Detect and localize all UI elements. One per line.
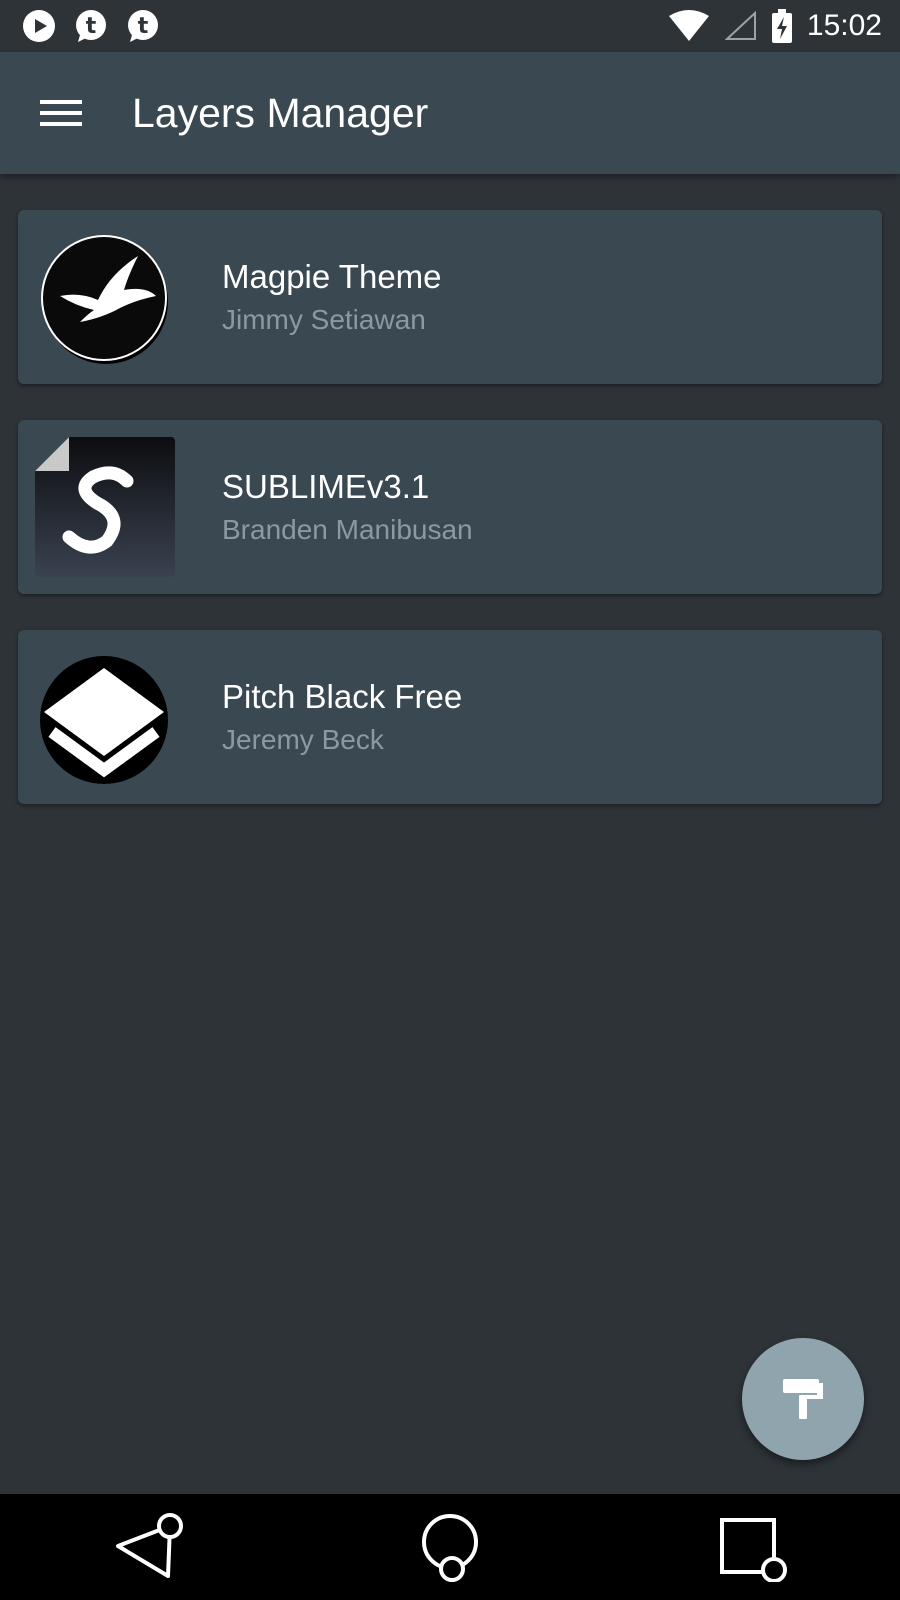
recents-icon bbox=[720, 1518, 787, 1582]
app-bar: Layers Manager bbox=[0, 52, 900, 174]
theme-card-sublime[interactable]: SUBLIMEv3.1 Branden Manibusan bbox=[18, 420, 882, 594]
theme-title: SUBLIMEv3.1 bbox=[222, 468, 430, 505]
recents-button[interactable] bbox=[705, 1502, 795, 1592]
play-icon bbox=[23, 10, 55, 42]
navigation-bar bbox=[0, 1494, 900, 1600]
paint-roller-icon bbox=[783, 1379, 823, 1419]
page-title: Layers Manager bbox=[132, 89, 429, 136]
layers-icon bbox=[40, 656, 168, 784]
screen: t t 15:02 Layers Manager Magpie Theme Ji… bbox=[0, 0, 900, 1600]
status-bar: t t 15:02 bbox=[0, 0, 900, 52]
theme-card-pitch-black[interactable]: Pitch Black Free Jeremy Beck bbox=[18, 630, 882, 804]
theme-author: Branden Manibusan bbox=[222, 514, 473, 545]
system-status: 15:02 bbox=[667, 9, 882, 43]
home-button[interactable] bbox=[405, 1502, 495, 1592]
back-button[interactable] bbox=[105, 1502, 195, 1592]
theme-author: Jimmy Setiawan bbox=[222, 304, 426, 335]
back-icon bbox=[116, 1513, 183, 1578]
theme-title: Pitch Black Free bbox=[222, 678, 463, 715]
home-icon bbox=[422, 1514, 478, 1582]
theme-card-magpie[interactable]: Magpie Theme Jimmy Setiawan bbox=[18, 210, 882, 384]
notification-icons: t t bbox=[22, 9, 160, 43]
cell-signal-icon bbox=[724, 11, 756, 40]
clock: 15:02 bbox=[806, 9, 882, 42]
tumblr-icon: t bbox=[76, 10, 106, 42]
apply-theme-fab[interactable] bbox=[742, 1338, 864, 1460]
hamburger-menu-icon bbox=[40, 100, 82, 126]
magpie-bird-icon bbox=[41, 235, 168, 364]
menu-button[interactable] bbox=[31, 83, 91, 143]
theme-title: Magpie Theme bbox=[222, 258, 442, 295]
theme-author: Jeremy Beck bbox=[222, 724, 384, 755]
svg-text:t: t bbox=[86, 14, 97, 39]
tumblr-icon: t bbox=[128, 10, 158, 42]
wifi-icon bbox=[668, 10, 709, 41]
battery-charging-icon bbox=[771, 9, 792, 43]
sublime-s-icon bbox=[35, 437, 175, 577]
svg-text:t: t bbox=[138, 14, 149, 39]
